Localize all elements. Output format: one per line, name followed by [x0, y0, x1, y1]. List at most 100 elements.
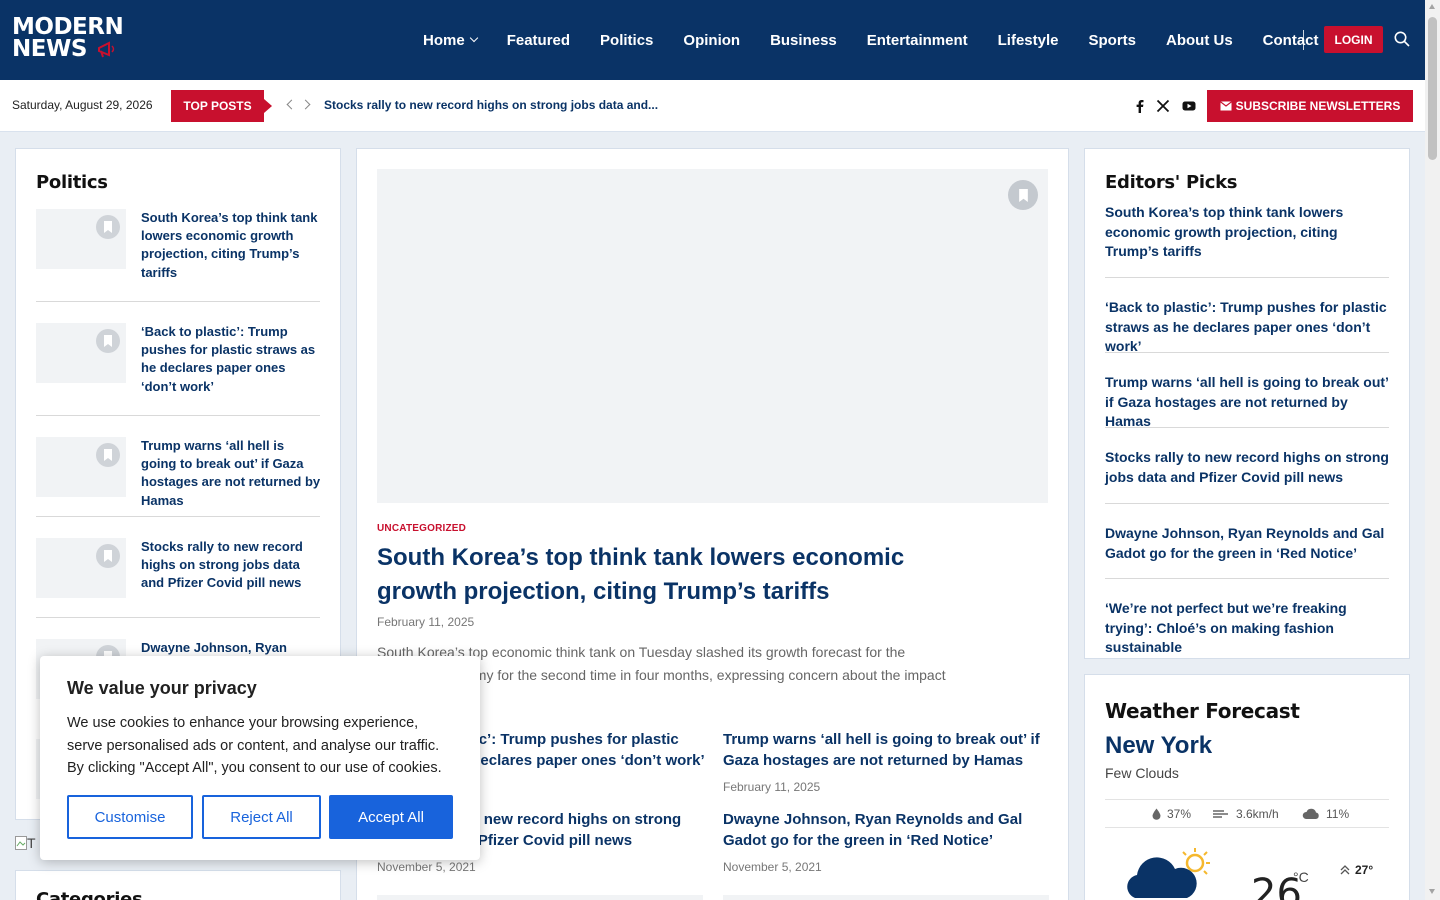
article-link[interactable]: ‘Back to plastic’: Trump pushes for plas… — [141, 323, 321, 396]
temperature-unit: °C — [1293, 869, 1309, 885]
search-icon[interactable] — [1394, 31, 1410, 47]
grid-article-title[interactable]: Trump warns ‘all hell is going to break … — [723, 731, 1040, 769]
article-link[interactable]: Dwayne Johnson, Ryan — [141, 639, 321, 657]
editors-pick-link[interactable]: ‘Back to plastic’: Trump pushes for plas… — [1105, 298, 1390, 357]
grid-article-date: November 5, 2021 — [377, 860, 476, 874]
category-badge[interactable]: UNCATEGORIZED — [377, 523, 466, 534]
cookie-text: We use cookies to enhance your browsing … — [67, 715, 442, 776]
main-nav: Home Featured Politics Opinion Business … — [423, 0, 1349, 80]
divider — [36, 415, 320, 416]
divider — [1105, 503, 1389, 504]
article-thumbnail[interactable] — [377, 895, 703, 900]
wind-value: 3.6km/h — [1236, 807, 1279, 821]
bookmark-icon[interactable] — [96, 544, 120, 568]
grid-article: Trump warns ‘all hell is going to break … — [723, 729, 1053, 794]
divider — [36, 301, 320, 302]
divider — [36, 516, 320, 517]
ticker-next-icon[interactable] — [300, 99, 311, 110]
divider — [1105, 277, 1389, 278]
article-thumbnail[interactable] — [36, 209, 126, 269]
scrollbar-thumb[interactable] — [1428, 17, 1437, 160]
site-logo[interactable]: MODERN NEWS — [12, 14, 124, 61]
login-button[interactable]: LOGIN — [1324, 26, 1383, 53]
broken-image-icon — [15, 836, 27, 850]
envelope-icon — [1219, 101, 1232, 111]
article-thumbnail[interactable] — [723, 895, 1049, 900]
nav-sports[interactable]: Sports — [1088, 32, 1136, 49]
bookmark-icon[interactable] — [96, 443, 120, 467]
editors-pick-link[interactable]: Trump warns ‘all hell is going to break … — [1105, 373, 1390, 432]
wind-icon — [1213, 810, 1228, 818]
article-thumbnail[interactable] — [36, 437, 126, 497]
accept-all-button[interactable]: Accept All — [329, 795, 453, 839]
divider — [1105, 352, 1389, 353]
logo-line-1: MODERN — [12, 14, 124, 40]
high-temperature: 27° — [1340, 863, 1373, 877]
grid-article-title[interactable]: Dwayne Johnson, Ryan Reynolds and Gal Ga… — [723, 811, 1022, 849]
chevron-down-icon — [469, 33, 478, 43]
reject-all-button[interactable]: Reject All — [202, 795, 321, 839]
cloud-icon — [1302, 808, 1319, 819]
grid-article-date: February 11, 2025 — [723, 780, 821, 794]
editors-pick-link[interactable]: Stocks rally to new record highs on stro… — [1105, 448, 1390, 487]
current-date: Saturday, August 29, 2026 — [12, 98, 153, 112]
article-link[interactable]: Trump warns ‘all hell is going to break … — [141, 437, 321, 510]
x-twitter-icon[interactable] — [1156, 99, 1170, 113]
bookmark-icon[interactable] — [96, 215, 120, 239]
editors-pick-link[interactable]: Dwayne Johnson, Ryan Reynolds and Gal Ga… — [1105, 524, 1390, 563]
page-scrollbar[interactable] — [1425, 0, 1440, 900]
subscribe-label: SUBSCRIBE NEWSLETTERS — [1235, 99, 1401, 113]
partly-cloudy-icon — [1127, 848, 1210, 898]
politics-title: Politics — [36, 172, 108, 193]
subscribe-newsletters-button[interactable]: SUBSCRIBE NEWSLETTERS — [1207, 90, 1413, 122]
customise-button[interactable]: Customise — [67, 795, 193, 839]
main-article-title[interactable]: South Korea’s top think tank lowers econ… — [377, 541, 977, 609]
double-chevron-up-icon — [1340, 865, 1350, 875]
nav-divider — [1303, 30, 1304, 50]
weather-stats: 37% 3.6km/h 11% — [1105, 799, 1389, 828]
wind-stat: 3.6km/h — [1212, 807, 1279, 821]
top-bar: Saturday, August 29, 2026 TOP POSTS Stoc… — [0, 80, 1425, 132]
weather-city: New York — [1105, 732, 1213, 759]
grid-article-date: November 5, 2021 — [723, 860, 822, 874]
divider — [1105, 578, 1389, 579]
youtube-icon[interactable] — [1182, 99, 1196, 113]
humidity-stat: 37% — [1152, 807, 1191, 821]
article-thumbnail[interactable] — [36, 538, 126, 598]
editors-pick-link[interactable]: ‘We’re not perfect but we’re freaking tr… — [1105, 599, 1390, 658]
clouds-stat: 11% — [1302, 807, 1349, 821]
clouds-value: 11% — [1326, 807, 1350, 821]
bookmark-icon[interactable] — [96, 329, 120, 353]
divider — [36, 617, 320, 618]
categories-widget: Categories — [15, 870, 341, 900]
scroll-down-icon[interactable] — [1429, 889, 1435, 894]
nav-entertainment[interactable]: Entertainment — [867, 32, 968, 49]
categories-title: Categories — [36, 889, 143, 900]
cookie-consent-banner: We value your privacy We use cookies to … — [40, 656, 480, 860]
article-link[interactable]: Stocks rally to new record highs on stro… — [141, 538, 321, 593]
main-article-date: February 11, 2025 — [377, 615, 475, 629]
nav-contact[interactable]: Contact — [1263, 32, 1319, 49]
nav-featured[interactable]: Featured — [507, 32, 570, 49]
bookmark-icon[interactable] — [1008, 180, 1038, 210]
high-temperature-value: 27° — [1355, 863, 1374, 877]
article-link[interactable]: South Korea’s top think tank lowers econ… — [141, 209, 321, 282]
scroll-up-icon[interactable] — [1429, 4, 1435, 9]
nav-business[interactable]: Business — [770, 32, 837, 49]
ticker-headline[interactable]: Stocks rally to new record highs on stro… — [324, 98, 658, 112]
top-posts-label: TOP POSTS — [171, 90, 272, 122]
facebook-icon[interactable] — [1133, 99, 1147, 113]
humidity-value: 37% — [1167, 807, 1192, 821]
site-header: MODERN NEWS Home Featured Politics Opini… — [0, 0, 1425, 80]
ticker-prev-icon[interactable] — [286, 99, 297, 110]
weather-description: Few Clouds — [1105, 765, 1179, 781]
nav-lifestyle[interactable]: Lifestyle — [998, 32, 1059, 49]
article-thumbnail[interactable] — [36, 323, 126, 383]
editors-pick-link[interactable]: South Korea’s top think tank lowers econ… — [1105, 203, 1390, 262]
nav-opinion[interactable]: Opinion — [683, 32, 740, 49]
grid-article: Dwayne Johnson, Ryan Reynolds and Gal Ga… — [723, 809, 1053, 874]
nav-politics[interactable]: Politics — [600, 32, 653, 49]
nav-home[interactable]: Home — [423, 32, 478, 49]
hero-image[interactable] — [377, 169, 1048, 503]
nav-about-us[interactable]: About Us — [1166, 32, 1233, 49]
